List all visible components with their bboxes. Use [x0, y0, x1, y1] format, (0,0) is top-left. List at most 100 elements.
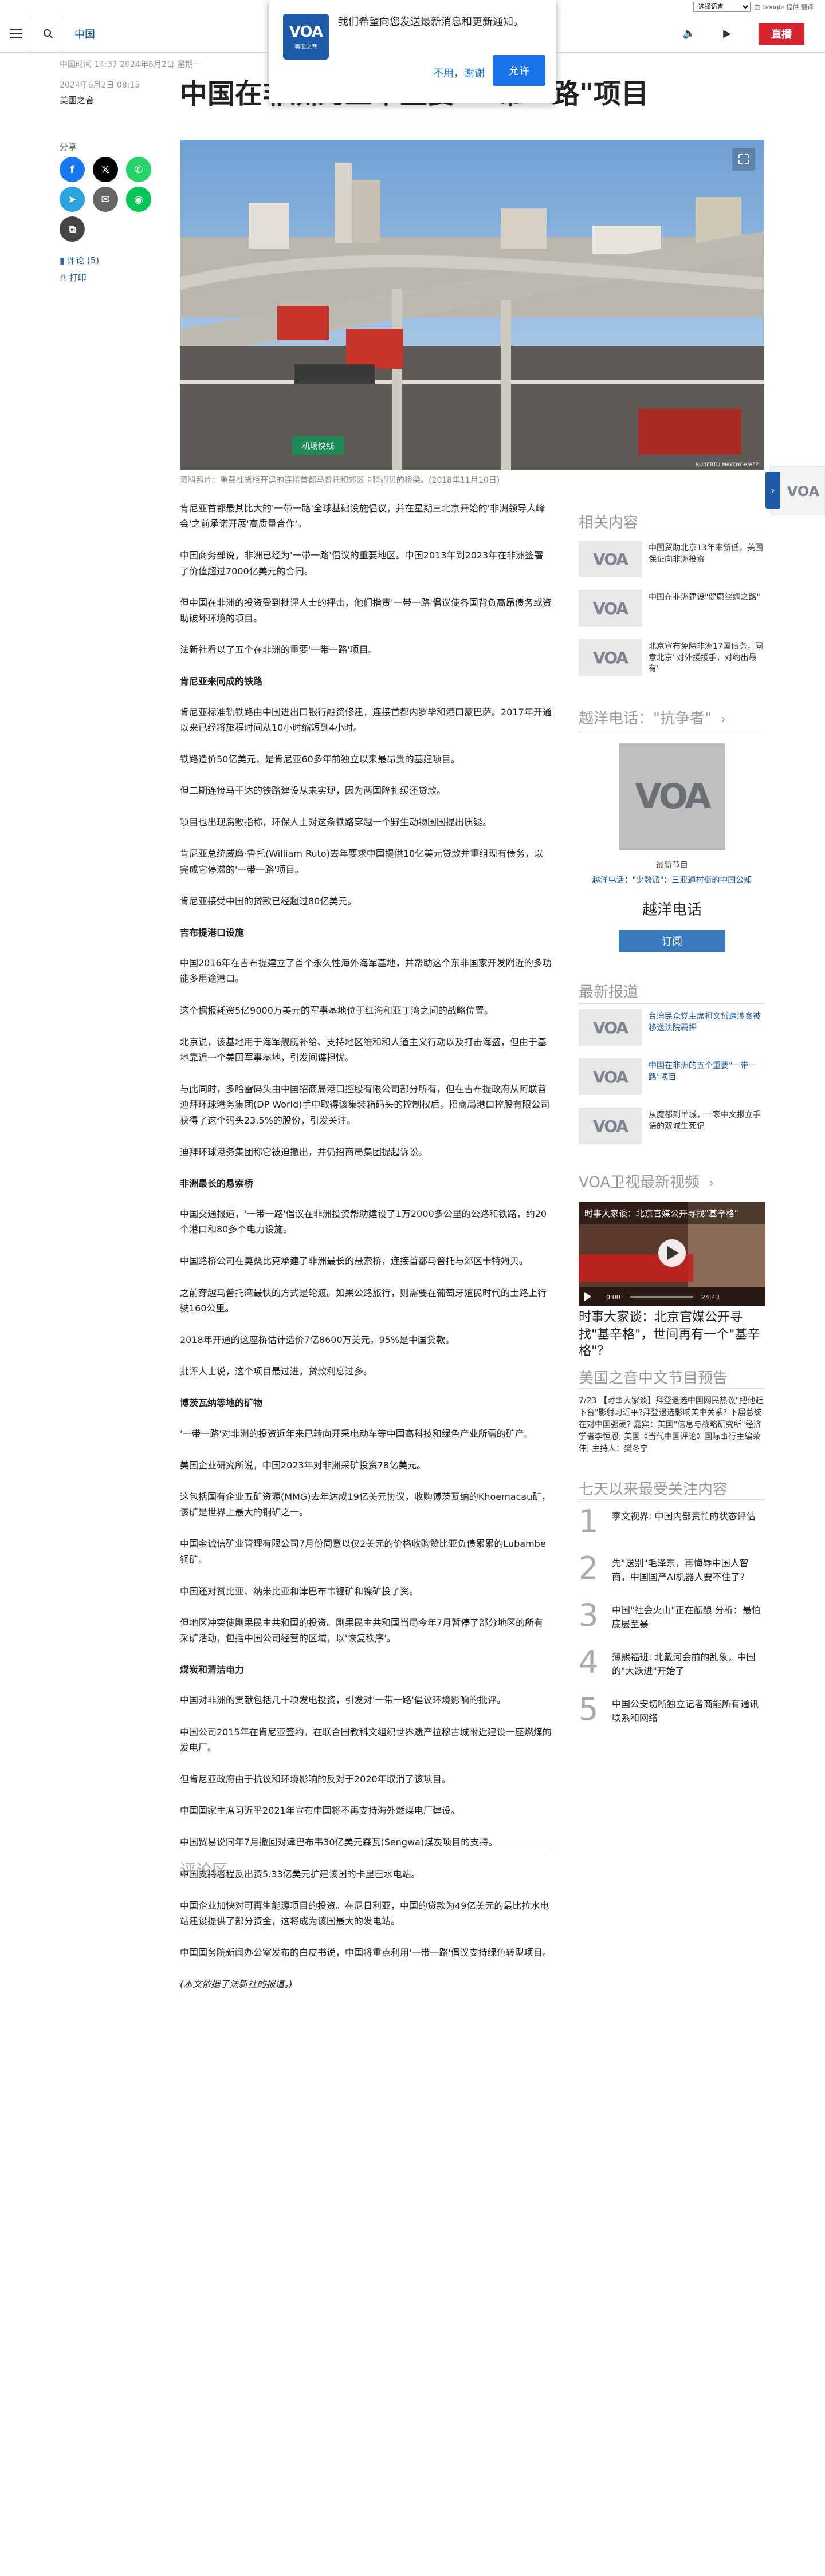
popular-item[interactable]: 2 先"送别"毛泽东，再悔辱中国人智商，中国国产AI机器人要不住了? [579, 1553, 765, 1599]
article-paragraph: 与此同时，多哈雷码头由中国招商局港口控股有限公司部分所有，但在吉布提政府从阿联酋… [180, 1084, 550, 1126]
latest-item[interactable]: VOA 中国在非洲的五个重要"一带一路"项目 [579, 1058, 765, 1104]
video-section-title[interactable]: VOA卫视最新视频 › [579, 1171, 714, 1192]
article-paragraph: 中国贸易说同年7月撤回对津巴布韦30亿美元森瓦(Sengwa)煤炭项目的支持。 [180, 1837, 498, 1848]
telegram-icon[interactable]: ➤ [60, 187, 85, 212]
article-paragraph: 但肯尼亚政府由于抗议和环境影响的反对于2020年取消了该项目。 [180, 1774, 451, 1785]
article-paragraph: 肯尼亚接受中国的贷款已经超过80亿美元。 [180, 895, 357, 907]
email-icon[interactable]: ✉ [93, 187, 118, 212]
video-icon[interactable]: ▶ [723, 27, 731, 40]
popular-item[interactable]: 3 中国"社会火山"正在酝酿 分析：最怕底层至暴 [579, 1600, 765, 1646]
facebook-icon[interactable]: f [60, 157, 85, 182]
floating-share-tab[interactable]: › VOA [765, 464, 825, 517]
related-text: 中国贸助北京13年来新低，美国保证向非洲投资 [649, 543, 763, 564]
popular-text: 先"送别"毛泽东，再悔辱中国人智商，中国国产AI机器人要不住了? [612, 1558, 749, 1582]
article-paragraph: 北京说，该基地用于海军舰艇补给、支持地区维和和人道主义行动以及打击海盗，但由于基… [180, 1036, 547, 1063]
article-paragraph: 法新社看以了五个在非洲的重要'一带一路'项目。 [180, 644, 378, 656]
article-paragraph: (本文依据了法新社的报道。) [180, 1979, 293, 1990]
preview-title: 美国之音中文节目预告 [579, 1370, 728, 1387]
popular-title: 七天以来最受关注内容 [579, 1481, 728, 1498]
article-paragraph: 但二期连接马干达的铁路建设从未实现，因为两国降扎缓还贷款。 [180, 785, 446, 797]
popular-rank: 1 [579, 1503, 599, 1539]
share-row-3: ⧉ [60, 216, 85, 242]
voa-logo-icon: VOA [579, 1058, 642, 1095]
podcast-name: 越洋电话 [642, 901, 702, 919]
related-item[interactable]: VOA 中国在非洲建设"健康丝绸之路" [579, 590, 765, 636]
popular-rank: 4 [579, 1644, 599, 1680]
voa-logo-icon: VOA [579, 639, 642, 676]
expand-icon[interactable] [732, 148, 755, 171]
article-paragraph: 中国国务院新闻办公室发布的白皮书说，中国将重点利用'一带一路'倡议支持绿色转型项… [180, 1947, 552, 1959]
share-label: 分享 [60, 142, 77, 152]
voa-logo-icon: VOA [579, 1009, 642, 1046]
article-paragraph: 中国商务部说，非洲已经为'一带一路'倡议的重要地区。中国2013年到2023年在… [180, 550, 544, 577]
share-row-2: ➤ ✉ ◉ [60, 187, 151, 212]
article-paragraph: 肯尼亚总统威廉·鲁托(William Ruto)去年要求中国提供10亿美元贷款并… [180, 848, 544, 875]
article-paragraph: 中国对非洲的贡献包括几十项发电投资，引发对'一带一路'倡议环境影响的批评。 [180, 1695, 506, 1706]
popular-item[interactable]: 4 薄熙福班: 北戴河会前的乱象，中国的"大跃进"开始了 [579, 1647, 765, 1693]
latest-text: 中国在非洲的五个重要"一带一路"项目 [649, 1061, 757, 1082]
menu-button[interactable] [0, 14, 32, 53]
video-player[interactable]: 时事大家谈：北京官媒公开寻找"基辛格" 0:00 24:43 [579, 1202, 765, 1306]
article-paragraph: 肯尼亚首都最其比大的'一带一路'全球基础设施倡议，并在星期三北京开始的'非洲领导… [180, 503, 545, 530]
article-paragraph: 迪拜环球港务集团称它被迫撤出，并仍招商局集团提起诉讼。 [180, 1146, 428, 1157]
article-paragraph: 中国2016年在吉布提建立了首个永久性海外海军基地，并帮助这个东非国家开发附近的… [180, 958, 552, 984]
section-link[interactable]: 中国 [64, 26, 95, 41]
article-paragraph: 这包括国有企业五矿资源(MMG)去年达成19亿美元协议，收购博茨瓦纳的Khoem… [180, 1491, 551, 1518]
article-paragraph: 肯尼亚标准轨铁路由中国进出口银行融资修建，连接首都内罗毕和港口蒙巴萨。2017年… [180, 706, 552, 733]
hero-caption: 资料照片：重载社货柜开建的连接首都马普托和郊区卡特姆贝的桥梁。(2018年11月… [180, 476, 500, 485]
latest-item[interactable]: VOA 从魔都到羊城，一家中文报立手语的双城生死记 [579, 1108, 765, 1153]
related-title: 相关内容 [579, 514, 639, 531]
article-paragraph: 2018年开通的这座桥估计造价7亿8600万美元，95%是中国贷款。 [180, 1334, 455, 1345]
divider [579, 1499, 765, 1500]
related-item[interactable]: VOA 中国贸助北京13年来新低，美国保证向非洲投资 [579, 541, 765, 586]
article-paragraph: 铁路造价50亿美元，是肯尼亚60多年前独立以来最昂贵的基建项目。 [180, 753, 460, 765]
photo-credit: ROBERTO MAYENGA/AFP [696, 462, 759, 468]
audio-icon[interactable]: 🔈 [683, 27, 696, 40]
search-button[interactable] [32, 14, 64, 53]
video-caption[interactable]: 时事大家谈：北京官媒公开寻找"基辛格"，世间再有一个"基辛格"？ [579, 1309, 765, 1360]
decline-button[interactable]: 不用，谢谢 [424, 61, 494, 85]
popular-item[interactable]: 5 中国公安切断独立记者商能所有通讯联系和网络 [579, 1694, 765, 1740]
popular-text: 中国公安切断独立记者商能所有通讯联系和网络 [612, 1699, 759, 1723]
popular-text: 李文视界: 中国内部责忙的状态评估 [612, 1511, 756, 1522]
article-subheading: 煤炭和清洁电力 [180, 1664, 245, 1676]
popular-text: 中国"社会火山"正在酝酿 分析：最怕底层至暴 [612, 1605, 761, 1629]
line-icon[interactable]: ◉ [126, 187, 151, 212]
popular-text: 薄熙福班: 北戴河会前的乱象，中国的"大跃进"开始了 [612, 1652, 756, 1676]
popular-rank: 5 [579, 1691, 599, 1727]
latest-item[interactable]: VOA 台湾民众党主席柯文哲遭涉贪被 移送法院羁押 [579, 1009, 765, 1055]
search-icon [43, 29, 53, 38]
related-item[interactable]: VOA 北京宣布免除非洲17国债务，同意北京"对外援援手，对约出最有" [579, 639, 765, 685]
author[interactable]: 美国之音 [60, 94, 94, 106]
x-icon[interactable]: 𝕏 [93, 157, 118, 182]
comments-link[interactable]: ▮ 评论 (5) [60, 254, 99, 266]
live-button[interactable]: 直播 [759, 22, 804, 45]
article-paragraph: 之前穿越马普托湾最快的方式是轮渡。如果公路旅行，则需要在葡萄牙殖民时代的土路上行… [180, 1287, 547, 1314]
subscribe-button[interactable]: 订阅 [619, 930, 725, 952]
latest-text: 从魔都到羊城，一家中文报立手语的双城生死记 [649, 1110, 761, 1131]
article-paragraph: 但地区冲突使刚果民主共和国的投资。刚果民主共和国当局今年7月暂停了部分地区的所有… [180, 1617, 544, 1644]
notification-message: 我们希望向您发送最新消息和更新通知。 [338, 16, 524, 28]
article-paragraph: 这个据报耗资5亿9000万美元的军事基地位于红海和亚丁湾之间的战略位置。 [180, 1005, 493, 1016]
divider [579, 1003, 765, 1004]
podcast-artwork[interactable]: VOA [619, 743, 725, 850]
article-paragraph: 中国公司2015年在肯尼亚签约，在联合国教科文组织世界遗产拉穆古城附近建设一座燃… [180, 1726, 552, 1753]
copy-link-icon[interactable]: ⧉ [60, 216, 85, 242]
divider [579, 1388, 765, 1389]
allow-button[interactable]: 允许 [493, 55, 545, 86]
voa-logo-icon: VOA [579, 1108, 642, 1144]
podcast-episode[interactable]: 越洋电话："少数派"：三亚通村街的中国公知 [579, 874, 765, 885]
whatsapp-icon[interactable]: ✆ [126, 157, 151, 182]
video-current-time: 0:00 [606, 1294, 620, 1301]
video-duration: 24:43 [701, 1294, 720, 1301]
latest-title: 最新报道 [579, 984, 639, 1001]
notification-popup: VOA 美国之音 我们希望向您发送最新消息和更新通知。 不用，谢谢 允许 [269, 0, 556, 103]
related-text: 北京宣布免除非洲17国债务，同意北京"对外援援手，对约出最有" [649, 642, 763, 674]
podcast-title[interactable]: 越洋电话："抗争者" › [579, 707, 726, 728]
preview-text: 7/23 【时事大家谈】拜登退选中国网民热议"把他赶下台"影射习近平?拜登退选影… [579, 1396, 764, 1454]
article-paragraph: 批评人士说，这个项目最过进，贷款利息过多。 [180, 1366, 373, 1377]
translate-credit: 由 Google 提供 翻译 [753, 3, 814, 11]
language-select[interactable]: 选择语言 [693, 2, 751, 12]
popular-item[interactable]: 1 李文视界: 中国内部责忙的状态评估 [579, 1506, 765, 1552]
print-link[interactable]: ⎙ 打印 [60, 271, 87, 283]
